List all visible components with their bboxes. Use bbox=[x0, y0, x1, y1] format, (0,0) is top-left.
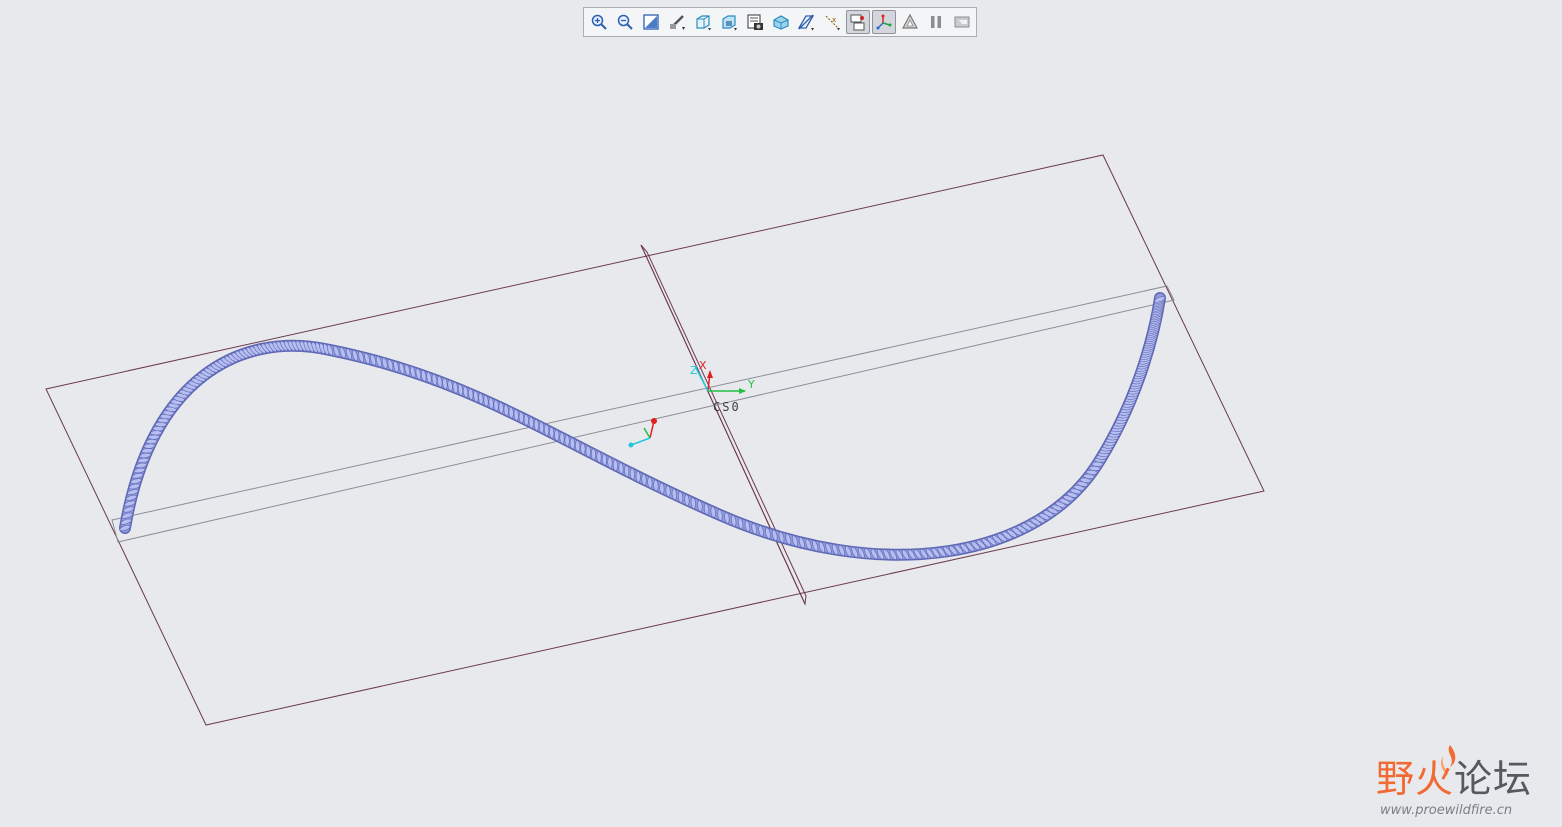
rope-strand bbox=[1091, 461, 1104, 467]
spin-center-icon bbox=[954, 16, 970, 28]
rope-strand bbox=[538, 421, 545, 434]
coordinate-systems-button[interactable] bbox=[872, 10, 897, 34]
zoom-out-icon bbox=[617, 14, 633, 30]
rope-strand bbox=[618, 462, 624, 474]
rope-strand bbox=[590, 448, 597, 460]
svg-text:x: x bbox=[832, 16, 836, 24]
datum-plane-top[interactable] bbox=[111, 285, 1175, 543]
rope-strand bbox=[564, 434, 570, 447]
rope-strand bbox=[518, 411, 524, 424]
rope-strand bbox=[148, 434, 160, 440]
rope-strand bbox=[554, 429, 560, 442]
csys-y-label: Y bbox=[747, 378, 755, 391]
coordinate-systems-icon bbox=[876, 14, 892, 30]
refit-button[interactable] bbox=[639, 10, 663, 34]
pause-button[interactable] bbox=[924, 10, 948, 34]
forum-watermark: 野火论坛 www.proewildfire.cn bbox=[1374, 745, 1554, 821]
repaint-icon bbox=[669, 15, 685, 30]
csys-cs0[interactable]: X Y Z CS0 bbox=[690, 359, 755, 414]
view-manager-icon bbox=[746, 14, 763, 30]
csys-x-label: X bbox=[699, 359, 707, 372]
zoom-in-button[interactable] bbox=[587, 10, 611, 34]
watermark-brand-gray: 论坛 bbox=[1454, 757, 1533, 801]
rope-strand bbox=[533, 419, 539, 431]
view-manager-button[interactable] bbox=[743, 10, 767, 34]
datum-points-button[interactable] bbox=[846, 10, 871, 34]
model-viewport[interactable]: X Y Z CS0 bbox=[0, 0, 1562, 827]
rope-strand bbox=[523, 414, 529, 426]
rope-strand bbox=[612, 459, 618, 472]
datum-axes-icon: x bbox=[826, 15, 841, 31]
annotations-button[interactable] bbox=[898, 10, 922, 34]
rope-strand bbox=[624, 465, 630, 477]
rope-strand bbox=[145, 438, 158, 445]
rope-strand bbox=[569, 437, 575, 450]
display-style-button[interactable] bbox=[691, 10, 715, 34]
refit-icon bbox=[643, 14, 659, 30]
rope-strand bbox=[601, 453, 607, 466]
repaint-button[interactable] bbox=[665, 10, 689, 34]
datum-plane-front[interactable] bbox=[45, 154, 1265, 726]
watermark-brand-red: 野火 bbox=[1376, 757, 1455, 801]
rope-body bbox=[119, 292, 1166, 561]
rope-strand bbox=[635, 470, 641, 483]
view-toolbar: x bbox=[583, 7, 977, 37]
rope-sweep-feature[interactable] bbox=[119, 292, 1166, 561]
rope-strand bbox=[152, 426, 165, 432]
rope-body-highlight bbox=[120, 293, 1165, 560]
layers-icon bbox=[772, 15, 789, 30]
saved-views-button[interactable] bbox=[717, 10, 741, 34]
display-style-icon bbox=[696, 15, 711, 31]
rope-strand bbox=[580, 442, 586, 455]
watermark-url: www.proewildfire.cn bbox=[1380, 803, 1513, 818]
csys-name-label: CS0 bbox=[713, 400, 741, 414]
zoom-out-button[interactable] bbox=[613, 10, 637, 34]
saved-views-icon bbox=[722, 15, 737, 31]
rope-strand bbox=[544, 424, 550, 436]
pause-icon bbox=[931, 16, 942, 28]
rope-strand bbox=[549, 426, 555, 439]
rope-strand bbox=[150, 430, 162, 436]
rope-strand bbox=[641, 473, 647, 486]
datum-planes-icon bbox=[798, 14, 815, 31]
zoom-in-icon bbox=[591, 14, 607, 30]
datum-points-icon bbox=[850, 14, 865, 31]
rope-strand bbox=[575, 440, 581, 452]
rope-strand bbox=[559, 432, 565, 444]
spin-center-button[interactable] bbox=[950, 10, 974, 34]
rope-strand bbox=[629, 468, 635, 480]
rope-strand bbox=[596, 451, 602, 463]
annotations-icon bbox=[902, 13, 919, 29]
layers-button[interactable] bbox=[769, 10, 793, 34]
rope-strand bbox=[528, 416, 534, 429]
rope-strand bbox=[585, 445, 591, 458]
default-csys-triad bbox=[628, 418, 657, 448]
datum-planes-button[interactable] bbox=[795, 10, 819, 34]
csys-z-label: Z bbox=[690, 364, 698, 377]
datum-axes-button[interactable]: x bbox=[820, 10, 844, 34]
rope-strand bbox=[607, 456, 613, 469]
